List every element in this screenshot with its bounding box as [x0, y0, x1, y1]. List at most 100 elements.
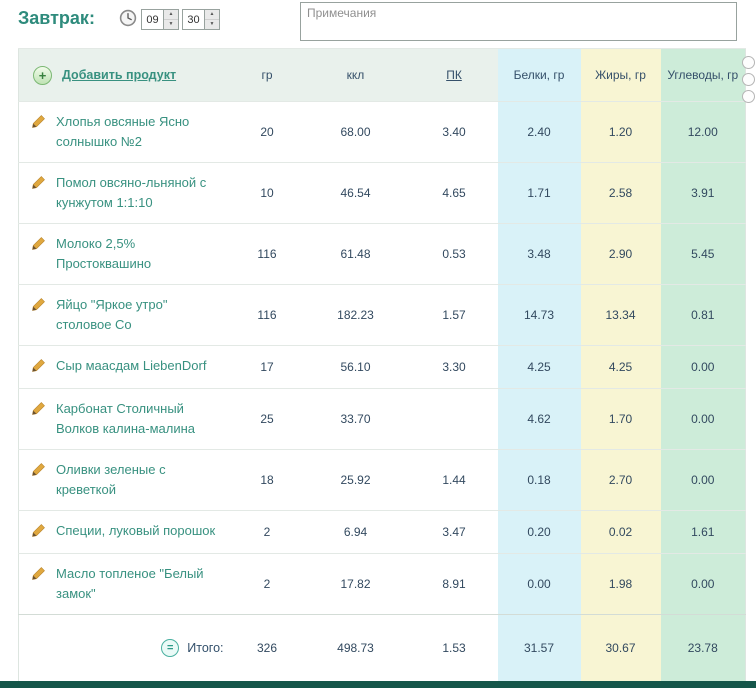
- fat-cell: 2.70: [580, 449, 661, 511]
- meal-products-table: + Добавить продукт гр ккл ПК Белки, гр Ж…: [18, 48, 746, 682]
- carbs-cell: 0.00: [660, 345, 746, 389]
- protein-cell: 0.00: [497, 553, 581, 615]
- pk-cell: 3.40: [410, 101, 498, 163]
- grams-cell: 25: [233, 388, 301, 450]
- side-widget: [742, 56, 755, 103]
- minutes-input[interactable]: [183, 10, 204, 29]
- product-name-link[interactable]: Помол овсяно-льняной с кунжутом 1:1:10: [56, 173, 216, 213]
- pk-cell: [410, 388, 498, 450]
- product-name-link[interactable]: Хлопья овсяные Ясно солнышко №2: [56, 112, 216, 152]
- fat-cell: 13.34: [580, 284, 661, 346]
- total-row: = Итого: 326 498.73 1.53 31.57 30.67 23.…: [18, 614, 746, 682]
- kcal-cell: 17.82: [300, 553, 411, 615]
- total-kcal: 498.73: [300, 614, 411, 682]
- column-header-grams: гр: [233, 48, 301, 102]
- hours-down-button[interactable]: ▼: [164, 19, 178, 29]
- minutes-down-button[interactable]: ▼: [205, 19, 219, 29]
- carbs-cell: 12.00: [660, 101, 746, 163]
- table-body: Хлопья овсяные Ясно солнышко №2 20 68.00 3.…: [18, 101, 746, 615]
- carbs-cell: 0.81: [660, 284, 746, 346]
- total-grams: 326: [233, 614, 301, 682]
- edit-pencil-icon[interactable]: [31, 175, 46, 195]
- clock-icon: [119, 9, 137, 32]
- product-name-link[interactable]: Молоко 2,5% Простоквашино: [56, 234, 216, 274]
- product-name-link[interactable]: Карбонат Столичный Волков калина-малина: [56, 399, 216, 439]
- product-row: Карбонат Столичный Волков калина-малина 2…: [18, 388, 746, 450]
- column-header-pk[interactable]: ПК: [410, 48, 498, 102]
- edit-pencil-icon[interactable]: [31, 462, 46, 482]
- kcal-cell: 182.23: [300, 284, 411, 346]
- edit-pencil-icon[interactable]: [31, 297, 46, 317]
- fat-cell: 1.70: [580, 388, 661, 450]
- product-name-link[interactable]: Яйцо "Яркое утро" столовое Со: [56, 295, 216, 335]
- fat-cell: 0.02: [580, 510, 661, 554]
- product-row: Специи, луковый порошок 2 6.94 3.47 0.20 0.02…: [18, 510, 746, 554]
- table-header-row: + Добавить продукт гр ккл ПК Белки, гр Ж…: [18, 48, 746, 102]
- notes-input[interactable]: [300, 2, 737, 41]
- edit-pencil-icon[interactable]: [31, 236, 46, 256]
- edit-pencil-icon[interactable]: [31, 401, 46, 421]
- product-row: Яйцо "Яркое утро" столовое Со 116 182.23 1.…: [18, 284, 746, 346]
- fat-cell: 1.20: [580, 101, 661, 163]
- product-name-link[interactable]: Масло топленое "Белый замок": [56, 564, 216, 604]
- total-pk: 1.53: [410, 614, 498, 682]
- pk-cell: 8.91: [410, 553, 498, 615]
- carbs-cell: 5.45: [660, 223, 746, 285]
- column-header-protein: Белки, гр: [497, 48, 581, 102]
- side-dot-button-3[interactable]: [742, 90, 755, 103]
- product-row: Сыр маасдам LiebenDorf 17 56.10 3.30 4.25 4.2…: [18, 345, 746, 389]
- kcal-cell: 25.92: [300, 449, 411, 511]
- grams-cell: 17: [233, 345, 301, 389]
- footer-bar: [0, 681, 756, 688]
- pk-cell: 1.44: [410, 449, 498, 511]
- carbs-cell: 3.91: [660, 162, 746, 224]
- add-product-link[interactable]: Добавить продукт: [62, 68, 176, 82]
- total-label: Итого:: [187, 641, 224, 655]
- kcal-cell: 6.94: [300, 510, 411, 554]
- product-row: Молоко 2,5% Простоквашино 116 61.48 0.53 3.4…: [18, 223, 746, 285]
- carbs-cell: 1.61: [660, 510, 746, 554]
- total-fat: 30.67: [580, 614, 661, 682]
- grams-cell: 10: [233, 162, 301, 224]
- total-equals-icon: =: [161, 639, 180, 657]
- minutes-spinner: ▲ ▼: [182, 9, 220, 30]
- carbs-cell: 0.00: [660, 388, 746, 450]
- product-row: Масло топленое "Белый замок" 2 17.82 8.91 0.…: [18, 553, 746, 615]
- fat-cell: 4.25: [580, 345, 661, 389]
- fat-cell: 1.98: [580, 553, 661, 615]
- column-header-carbs: Углеводы, гр: [660, 48, 746, 102]
- grams-cell: 18: [233, 449, 301, 511]
- grams-cell: 116: [233, 284, 301, 346]
- edit-pencil-icon[interactable]: [31, 566, 46, 586]
- product-row: Оливки зеленые с креветкой 18 25.92 1.44 0.1…: [18, 449, 746, 511]
- pk-cell: 0.53: [410, 223, 498, 285]
- product-name-link[interactable]: Сыр маасдам LiebenDorf: [56, 356, 206, 376]
- protein-cell: 0.20: [497, 510, 581, 554]
- hours-input[interactable]: [142, 10, 163, 29]
- total-protein: 31.57: [497, 614, 581, 682]
- product-row: Помол овсяно-льняной с кунжутом 1:1:10 10…: [18, 162, 746, 224]
- add-product-icon[interactable]: +: [33, 65, 52, 85]
- pk-cell: 4.65: [410, 162, 498, 224]
- side-dot-button-2[interactable]: [742, 73, 755, 86]
- protein-cell: 4.62: [497, 388, 581, 450]
- edit-pencil-icon[interactable]: [31, 523, 46, 543]
- meal-title: Завтрак:: [18, 8, 95, 28]
- edit-pencil-icon[interactable]: [31, 114, 46, 134]
- carbs-cell: 0.00: [660, 553, 746, 615]
- side-dot-button-1[interactable]: [742, 56, 755, 69]
- hours-up-button[interactable]: ▲: [164, 10, 178, 19]
- product-name-link[interactable]: Специи, луковый порошок: [56, 521, 215, 541]
- column-header-fat: Жиры, гр: [580, 48, 661, 102]
- product-name-link[interactable]: Оливки зеленые с креветкой: [56, 460, 216, 500]
- edit-pencil-icon[interactable]: [31, 358, 46, 378]
- fat-cell: 2.58: [580, 162, 661, 224]
- protein-cell: 2.40: [497, 101, 581, 163]
- minutes-up-button[interactable]: ▲: [205, 10, 219, 19]
- fat-cell: 2.90: [580, 223, 661, 285]
- kcal-cell: 68.00: [300, 101, 411, 163]
- pk-cell: 1.57: [410, 284, 498, 346]
- protein-cell: 1.71: [497, 162, 581, 224]
- grams-cell: 116: [233, 223, 301, 285]
- protein-cell: 0.18: [497, 449, 581, 511]
